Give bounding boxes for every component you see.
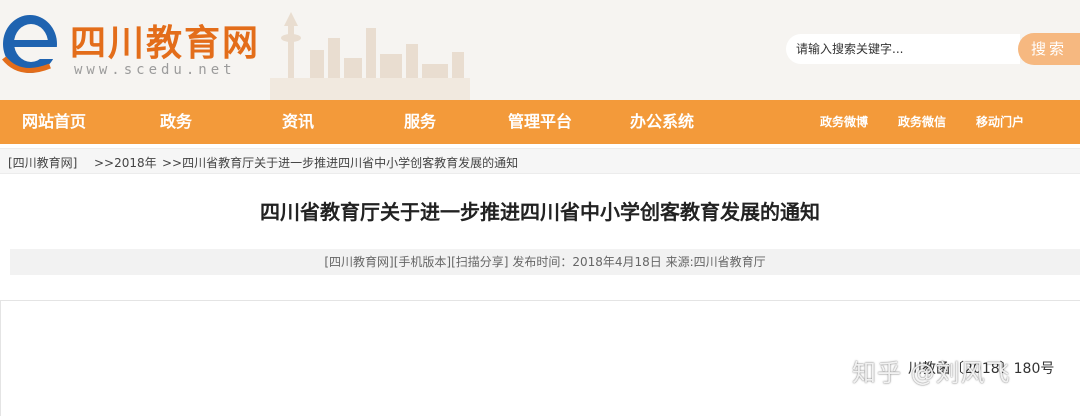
search-box — [786, 34, 1020, 64]
article-meta-bar: [四川教育网][手机版本][扫描分享] 发布时间：2018年4月18日 来源:四… — [10, 249, 1080, 275]
site-name: 四川教育网 — [70, 23, 261, 64]
nav-item-government[interactable]: 政务 — [160, 100, 192, 144]
nav-item-mobile[interactable]: 移动门户 — [976, 100, 1024, 144]
breadcrumb-year[interactable]: >>2018年 — [94, 154, 157, 171]
nav-item-office[interactable]: 办公系统 — [630, 100, 694, 144]
page: 四川教育网 www.scedu.net 搜索 网站首页 政务 资讯 服务 管理平… — [0, 0, 1080, 416]
nav-item-wechat[interactable]: 政务微信 — [898, 100, 946, 144]
breadcrumb-home[interactable]: [四川教育网] — [8, 154, 77, 171]
search-input[interactable] — [796, 40, 1006, 58]
nav-item-weibo[interactable]: 政务微博 — [820, 100, 868, 144]
breadcrumb-current[interactable]: >>四川省教育厅关于进一步推进四川省中小学创客教育发展的通知 — [162, 154, 518, 171]
meta-link-share[interactable]: [扫描分享] — [451, 255, 508, 269]
watermark: 知乎 @刘风飞 — [852, 359, 1011, 387]
article-source: 来源:四川省教育厅 — [665, 255, 766, 269]
search-button[interactable]: 搜索 — [1018, 33, 1080, 65]
site-header: 四川教育网 www.scedu.net 搜索 — [0, 0, 1080, 100]
nav-item-services[interactable]: 服务 — [404, 100, 436, 144]
main-nav: 网站首页 政务 资讯 服务 管理平台 办公系统 政务微博 政务微信 移动门户 — [0, 100, 1080, 144]
nav-item-news[interactable]: 资讯 — [282, 100, 314, 144]
meta-link-mobile[interactable]: [手机版本] — [394, 255, 451, 269]
breadcrumb: [四川教育网] >>2018年 >>四川省教育厅关于进一步推进四川省中小学创客教… — [0, 148, 1080, 174]
article-title: 四川省教育厅关于进一步推进四川省中小学创客教育发展的通知 — [260, 200, 820, 224]
site-logo-icon — [2, 15, 58, 73]
nav-item-home[interactable]: 网站首页 — [22, 100, 86, 144]
site-url: www.scedu.net — [74, 62, 236, 78]
city-skyline-illustration — [270, 12, 470, 100]
nav-item-management[interactable]: 管理平台 — [508, 100, 572, 144]
publish-time: 发布时间：2018年4月18日 — [512, 255, 662, 269]
meta-link-site[interactable]: [四川教育网] — [324, 255, 393, 269]
